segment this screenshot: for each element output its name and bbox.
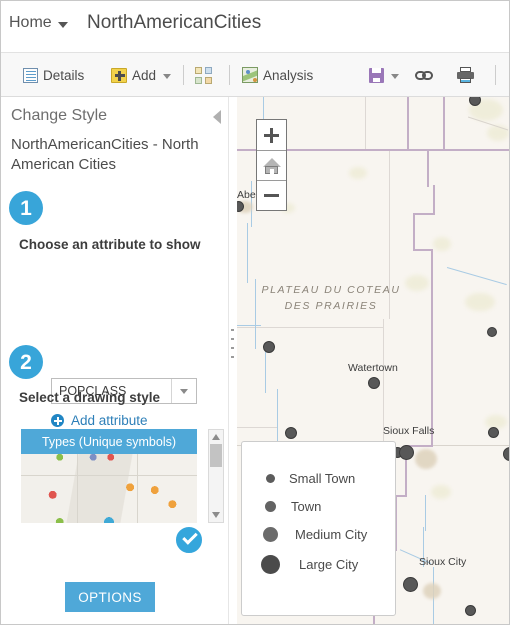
details-label: Details bbox=[43, 67, 85, 83]
map-city-dot[interactable] bbox=[263, 341, 275, 353]
title-bar: Home NorthAmericanCities bbox=[1, 1, 509, 53]
home-menu-button[interactable]: Home bbox=[9, 14, 68, 32]
step-2-badge: 2 bbox=[9, 345, 43, 379]
scroll-up-arrow-icon[interactable] bbox=[212, 434, 220, 440]
map-label-sioux-city: Sioux City bbox=[419, 556, 467, 568]
plus-icon bbox=[264, 127, 279, 143]
drawing-style-name: Types (Unique symbols) bbox=[21, 429, 197, 454]
zoom-in-button[interactable] bbox=[257, 120, 286, 150]
map-city-dot[interactable] bbox=[368, 377, 380, 389]
toolbar-divider bbox=[183, 65, 184, 85]
scrollbar-thumb[interactable] bbox=[210, 444, 222, 467]
map-label-watertown: Watertown bbox=[348, 362, 398, 374]
legend-item: Town bbox=[264, 499, 321, 514]
legend-item: Small Town bbox=[264, 471, 355, 486]
toolbar: Details Add Analysis bbox=[1, 53, 509, 97]
plus-circle-icon bbox=[51, 414, 64, 427]
share-button[interactable] bbox=[415, 53, 433, 97]
toolbar-divider bbox=[229, 65, 230, 85]
page-title: NorthAmericanCities bbox=[87, 12, 262, 33]
map-city-dot[interactable] bbox=[488, 427, 499, 438]
selected-check-icon bbox=[173, 524, 205, 556]
print-button[interactable] bbox=[457, 53, 474, 97]
legend-label: Large City bbox=[299, 557, 359, 572]
step-1-title: Choose an attribute to show bbox=[19, 237, 201, 252]
save-floppy-icon bbox=[369, 67, 384, 83]
home-menu-label: Home bbox=[9, 14, 52, 31]
basemap-grid-icon bbox=[195, 66, 212, 84]
minus-icon bbox=[264, 194, 279, 197]
add-button[interactable]: Add bbox=[111, 53, 172, 97]
arcgis-map-viewer: Home NorthAmericanCities Details Add Ana… bbox=[0, 0, 510, 625]
chevron-down-icon bbox=[163, 74, 172, 79]
zoom-out-button[interactable] bbox=[257, 180, 286, 210]
step-1-badge: 1 bbox=[9, 191, 43, 225]
drawing-style-card[interactable]: Types (Unique symbols) bbox=[21, 429, 197, 523]
chevron-down-icon bbox=[57, 21, 68, 28]
map-city-dot-sioux-city[interactable] bbox=[403, 577, 418, 592]
analysis-label: Analysis bbox=[263, 67, 314, 83]
analysis-button[interactable]: Analysis bbox=[242, 53, 313, 97]
legend-label: Medium City bbox=[295, 527, 368, 542]
change-style-panel: Change Style NorthAmericanCities - North… bbox=[1, 97, 229, 624]
legend-item: Large City bbox=[260, 555, 359, 574]
legend-swatch-icon bbox=[264, 501, 276, 512]
home-icon bbox=[262, 157, 281, 174]
basemap-button[interactable] bbox=[195, 53, 212, 97]
chevron-down-icon bbox=[391, 74, 399, 79]
toolbar-divider bbox=[495, 65, 496, 85]
legend-swatch-icon bbox=[265, 474, 275, 483]
layer-name: NorthAmericanCities - North American Cit… bbox=[11, 136, 199, 174]
map-city-dot-sioux-falls[interactable] bbox=[399, 445, 414, 460]
style-options-button[interactable]: OPTIONS bbox=[65, 582, 155, 612]
save-button[interactable] bbox=[369, 53, 399, 97]
map-city-dot[interactable] bbox=[285, 427, 297, 439]
legend-swatch-icon bbox=[262, 527, 278, 542]
scroll-down-arrow-icon[interactable] bbox=[212, 512, 220, 518]
map-legend: Small Town Town Medium City Large City bbox=[241, 441, 396, 616]
analysis-icon bbox=[242, 67, 258, 83]
home-extent-button[interactable] bbox=[257, 150, 286, 180]
add-attribute-link[interactable]: Add attribute bbox=[51, 413, 148, 428]
map-city-dot[interactable] bbox=[487, 327, 497, 337]
legend-label: Town bbox=[291, 499, 322, 514]
step-2-title: Select a drawing style bbox=[19, 390, 161, 405]
map-area-label: PLATEAU DU COTEAU DES PRAIRIES bbox=[261, 284, 401, 312]
collapse-panel-arrow-icon[interactable] bbox=[213, 110, 221, 124]
details-icon bbox=[23, 67, 38, 83]
add-attribute-label: Add attribute bbox=[71, 413, 148, 428]
map-zoom-controls bbox=[256, 119, 287, 211]
details-button[interactable]: Details bbox=[23, 53, 84, 97]
panel-resize-splitter[interactable] bbox=[229, 97, 237, 624]
link-icon bbox=[415, 70, 433, 80]
legend-label: Small Town bbox=[289, 471, 356, 486]
style-list-scrollbar[interactable] bbox=[208, 429, 224, 523]
print-icon bbox=[457, 67, 474, 83]
add-icon bbox=[111, 67, 127, 83]
legend-swatch-icon bbox=[260, 555, 280, 574]
map-canvas[interactable]: Aberdeen Watertown Sioux Falls Sioux Cit… bbox=[237, 97, 509, 624]
legend-item: Medium City bbox=[262, 527, 368, 542]
map-label-sioux-falls: Sioux Falls bbox=[383, 425, 435, 437]
panel-heading: Change Style bbox=[11, 107, 108, 124]
map-city-dot[interactable] bbox=[465, 605, 476, 616]
add-label: Add bbox=[132, 67, 157, 83]
splitter-grip-icon bbox=[231, 329, 234, 363]
